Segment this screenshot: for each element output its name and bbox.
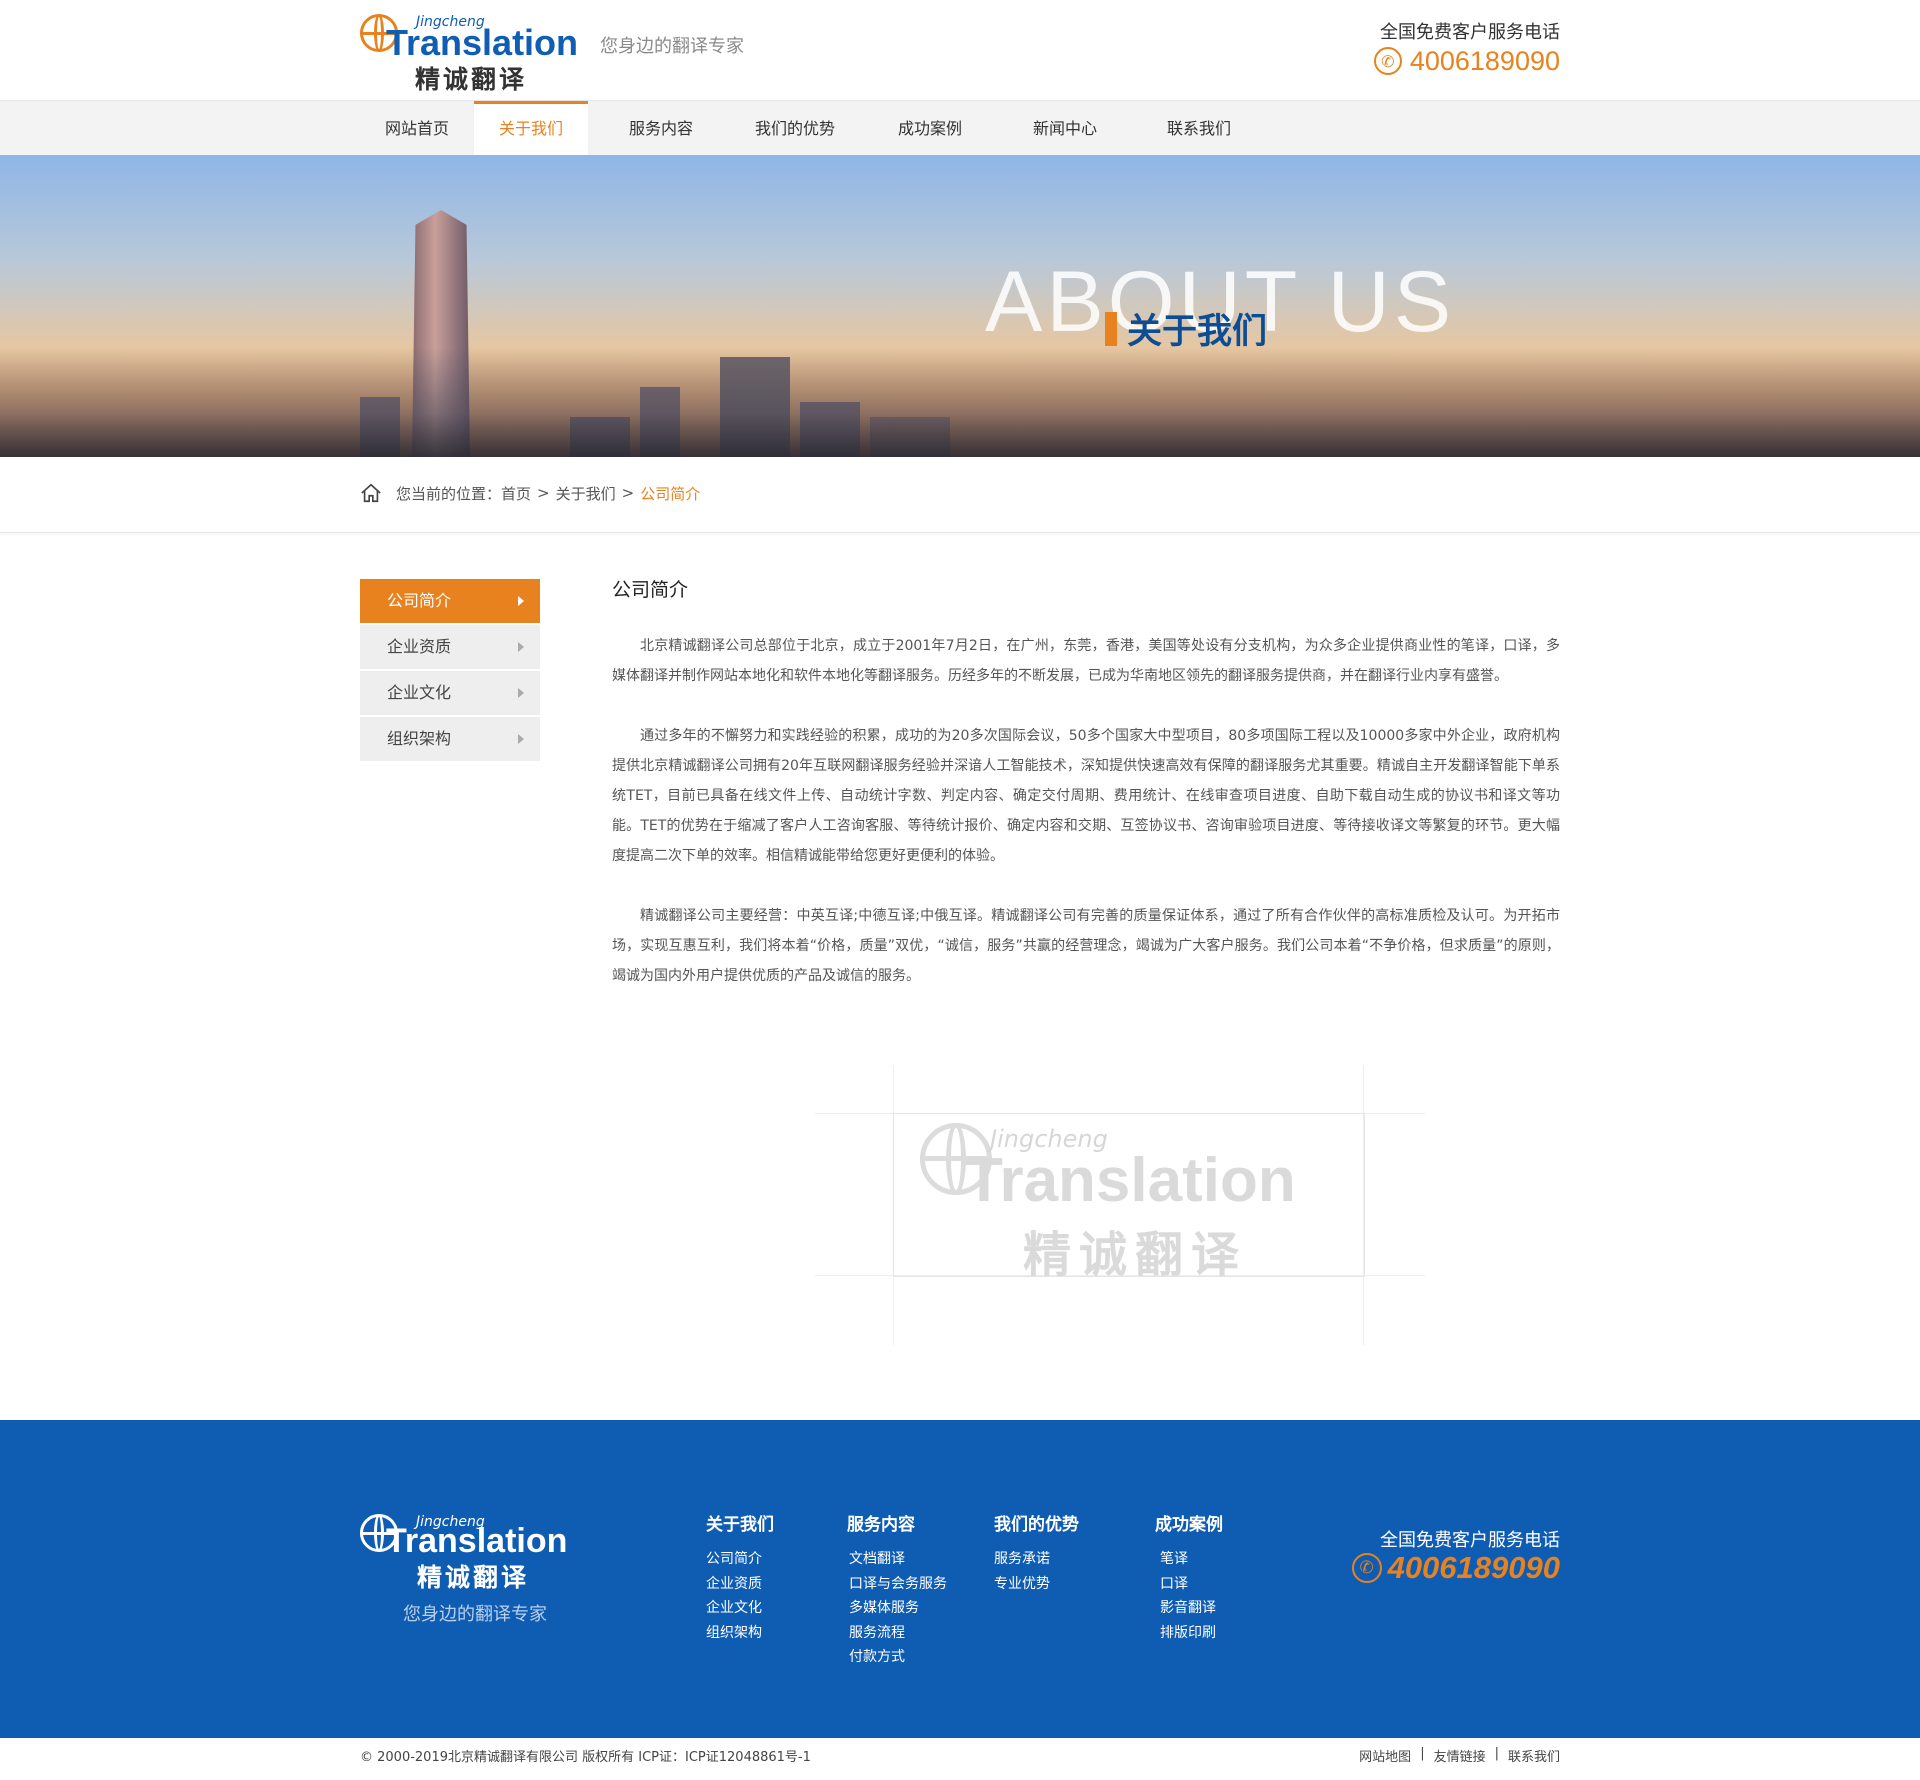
footer-column-title: 服务内容 bbox=[847, 1515, 915, 1535]
footer-link[interactable]: 口译与会务服务 bbox=[847, 1572, 947, 1597]
footer-link[interactable]: 专业优势 bbox=[994, 1572, 1079, 1597]
footer-link[interactable]: 服务承诺 bbox=[994, 1547, 1079, 1572]
content-paragraph: 北京精诚翻译公司总部位于北京，成立于2001年7月2日，在广州，东莞，香港，美国… bbox=[612, 638, 1560, 684]
sidebar: 公司简介 企业资质 企业文化 组织架构 bbox=[360, 579, 540, 763]
footer-logo-en: Translation bbox=[386, 1522, 568, 1560]
nav-item-about[interactable]: 关于我们 bbox=[474, 101, 588, 156]
phone-icon: ✆ bbox=[1351, 1553, 1382, 1583]
chevron-right-icon bbox=[518, 734, 524, 744]
content-paragraph: 精诚翻译公司主要经营：中英互译;中德互译;中俄互译。精诚翻译公司有完善的质量保证… bbox=[612, 908, 1560, 984]
banner-accent-bar bbox=[1105, 311, 1117, 346]
footer-column-title: 我们的优势 bbox=[994, 1515, 1079, 1535]
chevron-right-icon bbox=[518, 596, 524, 606]
main-nav: 网站首页 关于我们 服务内容 我们的优势 成功案例 新闻中心 联系我们 bbox=[0, 100, 1920, 156]
page-banner: ABOUT US 关于我们 bbox=[0, 155, 1920, 457]
chevron-right-icon bbox=[518, 642, 524, 652]
breadcrumb-separator: > bbox=[537, 484, 550, 502]
breadcrumb-parent[interactable]: 关于我们 bbox=[556, 483, 616, 504]
footer-link[interactable]: 组织架构 bbox=[706, 1621, 774, 1646]
footer-hotline-label: 全国免费客户服务电话 bbox=[1380, 1530, 1560, 1551]
site-footer: Jingcheng Translation 精诚翻译 您身边的翻译专家 关于我们… bbox=[0, 1420, 1920, 1738]
sidebar-item-culture[interactable]: 企业文化 bbox=[360, 671, 540, 715]
phone-icon: ✆ bbox=[1373, 47, 1402, 75]
breadcrumb-prefix: 您当前的位置： bbox=[396, 484, 502, 503]
footer-column-title: 关于我们 bbox=[706, 1515, 774, 1535]
nav-item-advantages[interactable]: 我们的优势 bbox=[734, 101, 856, 156]
watermark-logo-image: Jingcheng Translation 精诚翻译 bbox=[815, 1065, 1425, 1345]
header-slogan: 您身边的翻译专家 bbox=[600, 36, 744, 57]
breadcrumb: 您当前的位置： 首页 > 关于我们 > 公司简介 bbox=[0, 457, 1920, 533]
watermark-cn: 精诚翻译 bbox=[1023, 1227, 1248, 1283]
banner-title-cn: 关于我们 bbox=[1127, 312, 1268, 352]
sidebar-item-profile[interactable]: 公司简介 bbox=[360, 579, 540, 623]
footer-link[interactable]: 排版印刷 bbox=[1155, 1621, 1223, 1646]
contact-link[interactable]: 联系我们 bbox=[1508, 1746, 1560, 1765]
sidebar-item-label: 公司简介 bbox=[387, 591, 452, 610]
link-divider: | bbox=[1494, 1746, 1499, 1761]
footer-link[interactable]: 口译 bbox=[1155, 1572, 1223, 1597]
sidebar-item-label: 组织架构 bbox=[387, 729, 452, 748]
footer-hotline: ✆ 4006189090 bbox=[1351, 1550, 1560, 1586]
logo-cn: 精诚翻译 bbox=[415, 65, 528, 94]
nav-item-contact[interactable]: 联系我们 bbox=[1126, 101, 1272, 156]
footer-link[interactable]: 文档翻译 bbox=[847, 1547, 947, 1572]
breadcrumb-separator: > bbox=[621, 484, 635, 502]
copyright-bar: © 2000-2019北京精诚翻译有限公司 版权所有 ICP证：ICP证1204… bbox=[0, 1738, 1920, 1780]
content-title: 公司简介 bbox=[612, 579, 689, 601]
footer-link[interactable]: 公司简介 bbox=[706, 1547, 774, 1572]
sitemap-link[interactable]: 网站地图 bbox=[1359, 1746, 1411, 1765]
footer-link[interactable]: 服务流程 bbox=[847, 1621, 947, 1646]
chevron-right-icon bbox=[518, 688, 524, 698]
site-header: Jingcheng Translation 精诚翻译 您身边的翻译专家 全国免费… bbox=[0, 0, 1920, 100]
friend-links-link[interactable]: 友情链接 bbox=[1434, 1746, 1486, 1765]
breadcrumb-current: 公司简介 bbox=[640, 484, 701, 503]
breadcrumb-home[interactable]: 首页 bbox=[501, 483, 531, 504]
footer-link[interactable]: 笔译 bbox=[1155, 1547, 1223, 1572]
footer-link[interactable]: 影音翻译 bbox=[1155, 1596, 1223, 1621]
logo-en: Translation bbox=[386, 22, 579, 63]
footer-column-cases: 成功案例 笔译 口译 影音翻译 排版印刷 bbox=[1155, 1510, 1223, 1645]
content-paragraph: 通过多年的不懈努力和实践经验的积累，成功的为20多次国际会议，50多个国家大中型… bbox=[612, 728, 1560, 864]
footer-logo[interactable]: Jingcheng Translation 精诚翻译 您身边的翻译专家 bbox=[360, 1512, 590, 1632]
footer-link[interactable]: 多媒体服务 bbox=[847, 1596, 947, 1621]
footer-logo-cn: 精诚翻译 bbox=[417, 1563, 530, 1592]
watermark-en: Translation bbox=[965, 1146, 1296, 1215]
footer-slogan: 您身边的翻译专家 bbox=[403, 1604, 547, 1625]
nav-item-home[interactable]: 网站首页 bbox=[360, 101, 474, 156]
footer-link[interactable]: 付款方式 bbox=[847, 1645, 947, 1670]
nav-item-services[interactable]: 服务内容 bbox=[588, 101, 734, 156]
footer-column-about: 关于我们 公司简介 企业资质 企业文化 组织架构 bbox=[706, 1510, 774, 1645]
site-logo[interactable]: Jingcheng Translation 精诚翻译 bbox=[360, 12, 585, 94]
sidebar-item-qualification[interactable]: 企业资质 bbox=[360, 625, 540, 669]
sidebar-item-structure[interactable]: 组织架构 bbox=[360, 717, 540, 761]
hotline-number: 4006189090 bbox=[1409, 45, 1560, 76]
link-divider: | bbox=[1420, 1746, 1425, 1761]
banner-city-skyline bbox=[0, 347, 1920, 457]
copyright-text: © 2000-2019北京精诚翻译有限公司 版权所有 ICP证：ICP证1204… bbox=[360, 1750, 811, 1765]
footer-link[interactable]: 企业文化 bbox=[706, 1596, 774, 1621]
hotline: ✆ 4006189090 bbox=[1373, 44, 1560, 78]
footer-column-title: 成功案例 bbox=[1155, 1515, 1223, 1535]
banner-title-cn-wrap: 关于我们 bbox=[1105, 303, 1267, 354]
sidebar-item-label: 企业资质 bbox=[387, 637, 452, 656]
hotline-label: 全国免费客户服务电话 bbox=[1380, 22, 1560, 43]
main-content: 公司简介 北京精诚翻译公司总部位于北京，成立于2001年7月2日，在广州，东莞，… bbox=[612, 575, 1560, 991]
copyright-links: 网站地图 | 友情链接 | 联系我们 bbox=[1359, 1746, 1560, 1765]
footer-link[interactable]: 企业资质 bbox=[706, 1572, 774, 1597]
nav-item-news[interactable]: 新闻中心 bbox=[1004, 101, 1126, 156]
footer-hotline-number: 4006189090 bbox=[1387, 1550, 1560, 1585]
sidebar-item-label: 企业文化 bbox=[387, 683, 452, 702]
nav-item-cases[interactable]: 成功案例 bbox=[856, 101, 1004, 156]
footer-column-services: 服务内容 文档翻译 口译与会务服务 多媒体服务 服务流程 付款方式 bbox=[847, 1510, 947, 1670]
footer-column-advantages: 我们的优势 服务承诺 专业优势 bbox=[994, 1510, 1079, 1596]
home-icon[interactable] bbox=[360, 482, 382, 504]
